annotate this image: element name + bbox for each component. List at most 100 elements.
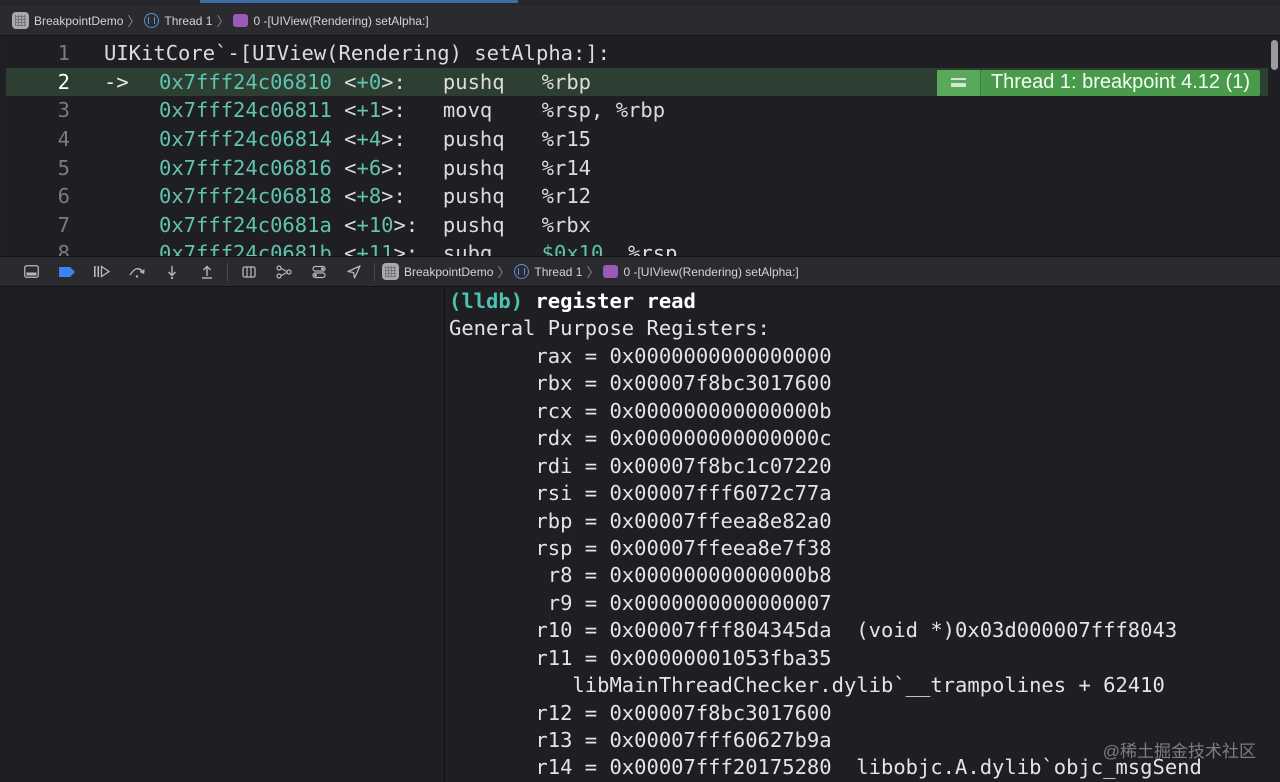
console-command-line: (lldb) register read [449,288,1280,315]
app-icon [382,263,399,280]
thread-breakpoint-badge[interactable]: Thread 1: breakpoint 4.12 (1) [936,69,1260,96]
stack-frame-icon [233,14,249,27]
disassembly-editor[interactable]: 1 UIKitCore`-[UIView(Rendering) setAlpha… [6,37,1280,256]
register-row: r12 = 0x00007f8bc3017600 [449,700,832,725]
memory-graph-icon[interactable] [266,261,301,283]
instruction-offset: +8 [356,184,382,209]
mnemonic: pushq [442,184,505,209]
operand: %r14 [541,155,592,180]
code-line: 8 0x7fff24c0681b <+11>: subq $0x10, %rsp [6,239,1268,256]
function-header: UIKitCore`-[UIView(Rendering) setAlpha:]… [104,41,611,66]
instruction-address: 0x7fff24c06810 [159,69,332,94]
register-row: rbx = 0x00007f8bc3017600 [449,371,832,396]
chevron-right-icon: 〉 [586,265,600,280]
active-tab-indicator [200,0,518,3]
register-row: r8 = 0x00000000000000b8 [449,563,832,588]
instruction-offset: +6 [356,155,382,180]
console-command: register read [535,289,696,313]
stack-frame-icon [603,265,619,278]
watermark: @稀土掘金技术社区 [1102,742,1256,761]
immediate-operand: $0x10 [541,241,604,256]
step-out-icon[interactable] [189,261,224,283]
register-row: rax = 0x0000000000000000 [449,343,832,368]
thread-icon [144,13,160,28]
toolbar-separator [227,262,228,281]
line-number: 7 [57,212,70,237]
operand: %rbx [541,212,592,237]
step-over-icon[interactable] [119,261,154,283]
line-number: 1 [57,41,70,66]
mnemonic: pushq [442,127,505,152]
instruction-address: 0x7fff24c0681b [159,241,332,256]
line-number: 5 [57,155,70,180]
mnemonic: subq [442,241,493,256]
register-row: rdi = 0x00007f8bc1c07220 [449,453,832,478]
toolbar-separator [374,262,375,281]
register-row: r9 = 0x0000000000000007 [449,590,832,615]
instruction-offset: +4 [356,127,382,152]
operand: %r15 [541,127,592,152]
hide-debug-area-icon[interactable] [14,261,49,283]
instruction-offset: +10 [356,212,394,237]
breadcrumb-thread[interactable]: Thread 1 [144,13,212,28]
environment-overrides-icon[interactable] [301,261,336,283]
editor-jump-bar: BreakpointDemo 〉 Thread 1 〉 0 -[UIView(R… [0,6,1280,36]
app-icon [12,12,29,29]
register-row: r10 = 0x00007fff804345da (void *)0x03d00… [449,618,1178,643]
chevron-right-icon: 〉 [216,14,230,29]
debug-bar: BreakpointDemo 〉 Thread 1 〉 0 -[UIView(R… [0,256,1280,287]
breadcrumb-frame[interactable]: 0 -[UIView(Rendering) setAlpha:] [233,14,429,28]
code-line: 1 UIKitCore`-[UIView(Rendering) setAlpha… [6,39,1268,68]
register-row: rsp = 0x00007ffeea8e7f38 [449,535,832,560]
thread-badge-label: Thread 1: breakpoint 4.12 (1) [990,71,1250,94]
line-number: 2 [57,69,70,94]
operand: , %rsp [603,241,678,256]
breadcrumb-project[interactable]: BreakpointDemo [382,263,493,280]
breadcrumb-frame[interactable]: 0 -[UIView(Rendering) setAlpha:] [603,265,799,279]
variables-view[interactable] [0,288,445,782]
register-row: rdx = 0x000000000000000c [449,426,832,451]
menu-lines-icon[interactable] [936,69,981,96]
simulate-location-icon[interactable] [336,261,371,283]
lldb-prompt: (lldb) [449,289,524,313]
instruction-address: 0x7fff24c06818 [159,184,332,209]
operand: %r12 [541,184,592,209]
code-line: 7 0x7fff24c0681a <+10>: pushq %rbx [6,211,1268,240]
code-line: 3 0x7fff24c06811 <+1>: movq %rsp, %rbp [6,96,1268,125]
instruction-offset: +0 [356,69,382,94]
thread-icon [514,264,530,279]
continue-icon[interactable] [84,261,119,283]
editor-scrollbar[interactable] [1271,40,1278,70]
chevron-right-icon: 〉 [497,265,511,280]
line-number: 3 [57,98,70,123]
instruction-address: 0x7fff24c06816 [159,155,332,180]
instruction-offset: +1 [356,98,382,123]
mnemonic: pushq [442,69,505,94]
breakpoints-toggle-icon[interactable] [49,261,84,283]
instruction-address: 0x7fff24c06814 [159,127,332,152]
lldb-console[interactable]: (lldb) register read General Purpose Reg… [446,288,1280,782]
register-row: rsi = 0x00007fff6072c77a [449,481,832,506]
register-row: r11 = 0x00000001053fba35 [449,645,832,670]
register-row: rcx = 0x000000000000000b [449,398,832,423]
breadcrumb-project[interactable]: BreakpointDemo [12,12,123,29]
current-instruction-line: 2 -> 0x7fff24c06810 <+0>: pushq %rbp Thr… [6,67,1268,97]
pc-arrow: -> [104,69,129,94]
code-line: 4 0x7fff24c06814 <+4>: pushq %r15 [6,125,1268,154]
instruction-offset: +11 [356,241,394,256]
operand: %rbp [541,69,592,94]
view-hierarchy-icon[interactable] [231,261,266,283]
step-into-icon[interactable] [154,261,189,283]
code-line: 5 0x7fff24c06816 <+6>: pushq %r14 [6,153,1268,182]
breadcrumb-thread[interactable]: Thread 1 [514,264,582,279]
line-number: 8 [57,241,70,256]
line-number: 6 [57,184,70,209]
code-line: 6 0x7fff24c06818 <+8>: pushq %r12 [6,182,1268,211]
chevron-right-icon: 〉 [127,14,141,29]
operand: %rsp, %rbp [541,98,666,123]
debug-jump-bar: BreakpointDemo 〉 Thread 1 〉 0 -[UIView(R… [382,262,799,281]
console-output-line: General Purpose Registers: [449,316,770,341]
line-number: 4 [57,127,70,152]
mnemonic: pushq [442,212,505,237]
mnemonic: pushq [442,155,505,180]
